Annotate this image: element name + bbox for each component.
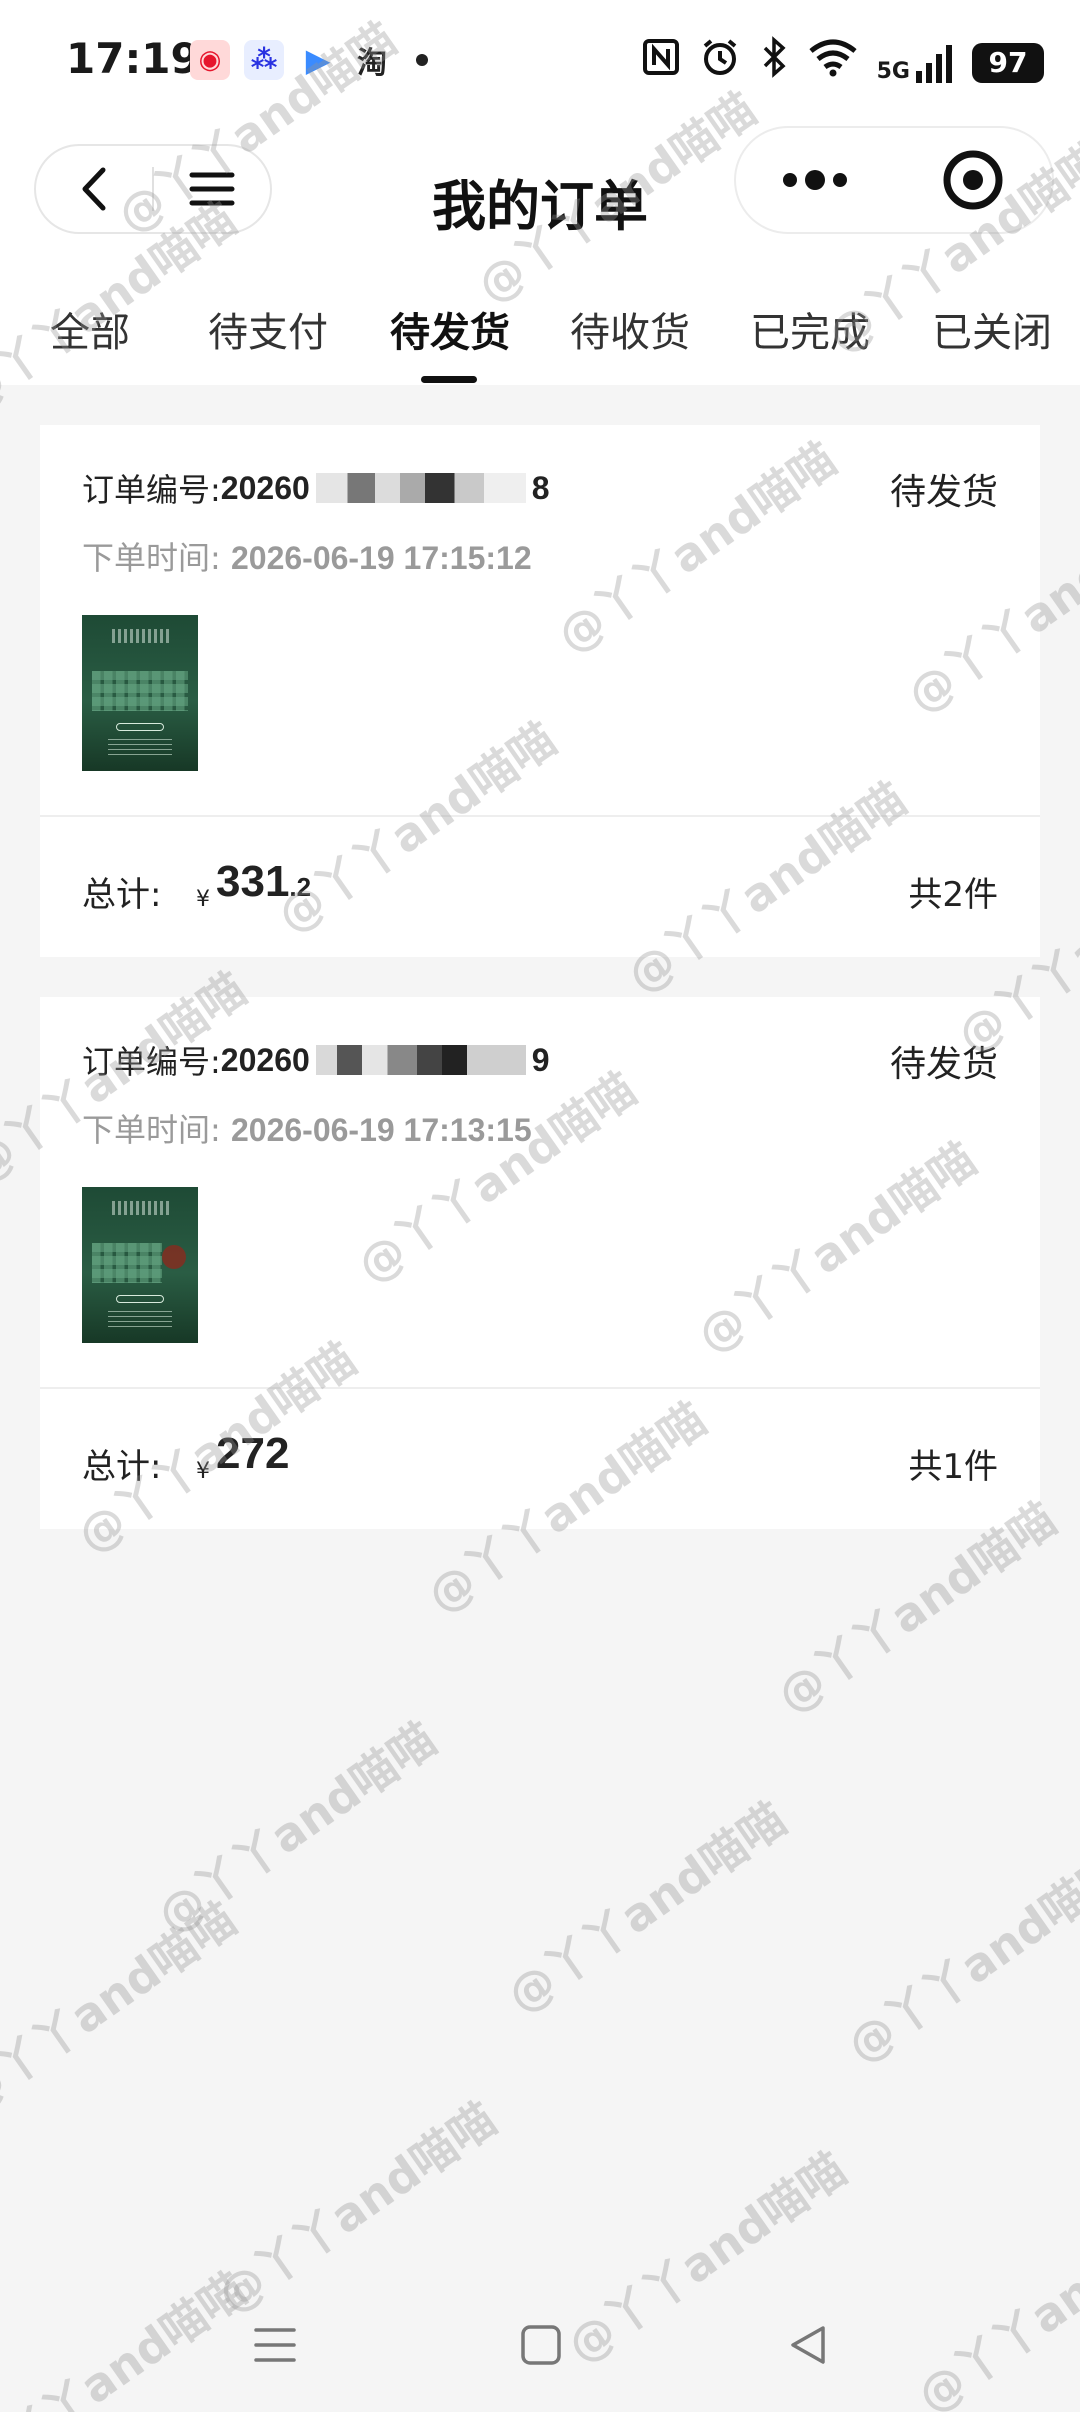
cellular-signal-icon: 5G (877, 43, 954, 83)
order-number: 订单编号: 20260 9 (82, 1037, 550, 1083)
order-card-footer: 总计: ¥ 272 共1件 (40, 1389, 1040, 1529)
order-status: 待发货 (889, 472, 998, 513)
network-type-label: 5G (876, 58, 910, 84)
amount-decimal: .2 (289, 872, 312, 902)
mini-program-header: 我的订单 (0, 120, 1080, 260)
thumbnail-heading (112, 629, 172, 643)
nav-home-icon (521, 2325, 561, 2365)
product-thumbnail[interactable] (82, 1187, 198, 1343)
tab-pending-shipment[interactable]: 待发货 (390, 300, 510, 358)
close-capsule-button[interactable] (894, 126, 1052, 234)
item-count: 共1件 (908, 1447, 998, 1487)
product-thumbnail[interactable] (82, 615, 198, 771)
amount-integer: 331 (216, 857, 290, 906)
system-navigation-bar (0, 2282, 1080, 2412)
item-count: 共2件 (908, 875, 998, 915)
redacted-order-number (315, 473, 526, 503)
order-number-prefix: 20260 (220, 469, 310, 506)
taobao-icon: 淘 (357, 46, 387, 81)
thumbnail-heading (112, 1201, 172, 1215)
order-number-label: 订单编号: (82, 1043, 221, 1081)
order-number-suffix: 9 (531, 1041, 550, 1078)
order-number-label: 订单编号: (82, 471, 221, 509)
status-notification-icons: ◉ ⁂ ▶ 淘 (190, 40, 428, 81)
nav-home-button[interactable] (506, 2310, 576, 2380)
thumbnail-text-lines (108, 1311, 172, 1327)
total-amount: 331.2 (216, 857, 311, 907)
order-number-prefix: 20260 (220, 1041, 310, 1078)
nfc-icon (641, 37, 681, 88)
order-time: 下单时间: 2026-06-19 17:13:15 (82, 1105, 532, 1151)
order-time: 下单时间: 2026-06-19 17:15:12 (82, 533, 532, 579)
order-card-header: 订单编号: 20260 9 待发货 下单时间: 2026-06-19 17:13… (40, 997, 1040, 1389)
order-card-footer: 总计: ¥ 331.2 共2件 (40, 817, 1040, 957)
more-button[interactable] (736, 126, 894, 234)
total-label: 总计: (82, 1447, 162, 1487)
nav-recents-icon (254, 2328, 296, 2362)
video-app-icon: ▶ (305, 41, 331, 79)
redacted-order-number (315, 1045, 526, 1075)
order-time-label: 下单时间: (82, 1111, 221, 1149)
baidu-icon: ⁂ (244, 40, 284, 80)
tab-closed[interactable]: 已关闭 (932, 300, 1052, 358)
watermark-text: @丫丫and喵喵 (147, 1711, 446, 1944)
battery-indicator: 97 (972, 42, 1044, 83)
thumbnail-label (116, 723, 164, 731)
thumbnail-label (116, 1295, 164, 1303)
more-notifications-dot-icon (416, 54, 428, 66)
tab-completed[interactable]: 已完成 (750, 300, 870, 358)
order-number: 订单编号: 20260 8 (82, 465, 550, 511)
order-card-header: 订单编号: 20260 8 待发货 下单时间: 2026-06-19 17:15… (40, 425, 1040, 817)
tab-pending-receipt[interactable]: 待收货 (570, 300, 690, 358)
nav-capsule-right (734, 126, 1054, 234)
thumbnail-seal (162, 1245, 186, 1269)
currency-symbol: ¥ (196, 887, 210, 912)
amount-integer: 272 (216, 1429, 290, 1478)
watermark-text: @丫丫and喵喵 (497, 1791, 796, 2024)
currency-symbol: ¥ (196, 1459, 210, 1484)
bluetooth-icon (759, 36, 789, 89)
tab-pending-payment[interactable]: 待支付 (208, 300, 328, 358)
watermark-text: @丫丫and喵喵 (0, 1891, 246, 2124)
order-status: 待发货 (889, 1044, 998, 1085)
total-label: 总计: (82, 875, 162, 915)
status-system-icons: 5G 97 (641, 36, 1044, 89)
nav-back-button[interactable] (773, 2310, 843, 2380)
nav-back-icon (791, 2326, 825, 2364)
watermark-text: @丫丫and喵喵 (837, 1841, 1080, 2074)
order-time-value: 2026-06-19 17:13:15 (230, 1112, 532, 1148)
nav-recents-button[interactable] (240, 2310, 310, 2380)
active-tab-indicator (421, 376, 477, 383)
thumbnail-grid (92, 671, 188, 711)
status-bar: 17:19 ◉ ⁂ ▶ 淘 5G 97 (0, 0, 1080, 120)
order-card[interactable]: 订单编号: 20260 8 待发货 下单时间: 2026-06-19 17:15… (40, 425, 1040, 957)
order-number-suffix: 8 (531, 469, 550, 506)
order-time-label: 下单时间: (82, 539, 221, 577)
thumbnail-text-lines (108, 739, 172, 755)
thumbnail-grid (92, 1243, 162, 1283)
tab-all[interactable]: 全部 (50, 300, 130, 358)
capsule-close-icon (943, 150, 1003, 210)
wifi-icon (807, 37, 859, 88)
total-amount: 272 (216, 1429, 289, 1479)
status-time: 17:19 (66, 34, 200, 83)
weibo-icon: ◉ (190, 40, 230, 80)
more-dots-icon (783, 170, 847, 190)
order-card[interactable]: 订单编号: 20260 9 待发货 下单时间: 2026-06-19 17:13… (40, 997, 1040, 1529)
order-time-value: 2026-06-19 17:15:12 (230, 540, 532, 576)
alarm-icon (699, 36, 741, 89)
order-status-tabs: 全部 待支付 待发货 待收货 已完成 已关闭 (0, 260, 1080, 385)
